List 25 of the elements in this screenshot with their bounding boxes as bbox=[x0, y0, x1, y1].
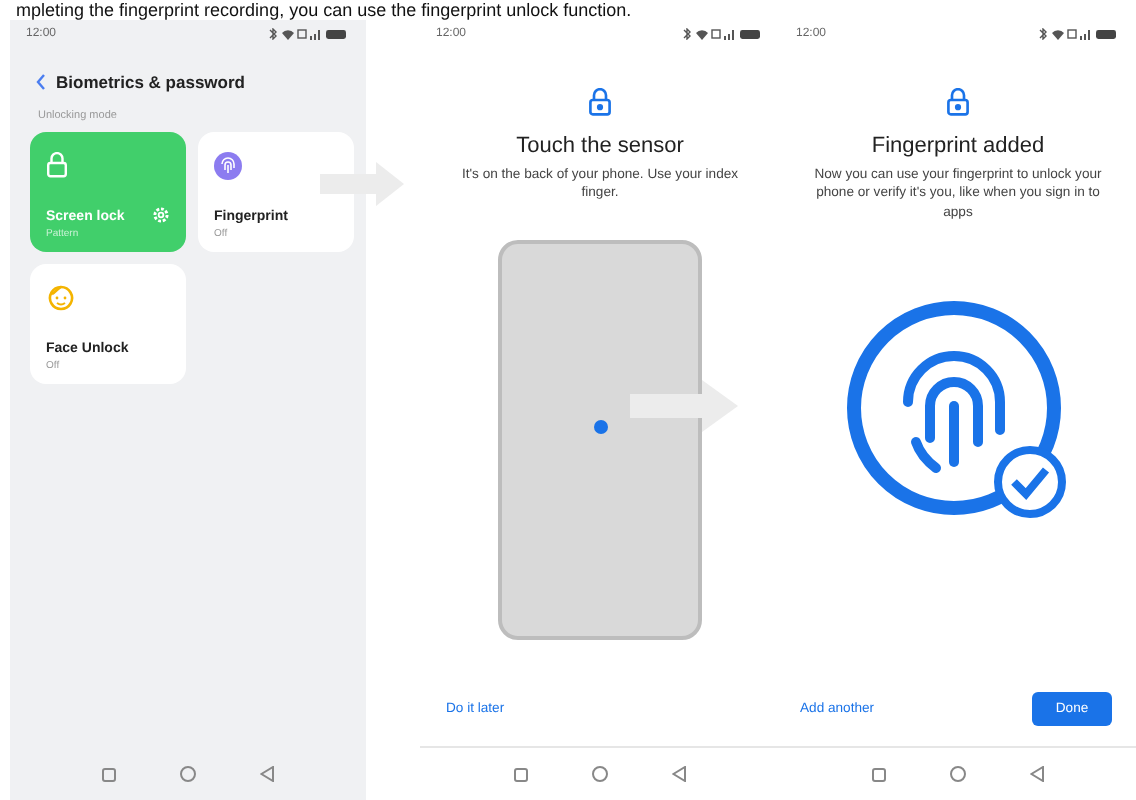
settings-icon[interactable] bbox=[152, 206, 170, 224]
back-icon[interactable] bbox=[672, 766, 686, 782]
recent-apps-icon[interactable] bbox=[872, 767, 886, 781]
step-title: Touch the sensor bbox=[516, 133, 684, 158]
screen-title: Biometrics & password bbox=[56, 72, 245, 92]
back-icon[interactable] bbox=[260, 766, 274, 782]
sensor-dot bbox=[593, 420, 607, 435]
back-icon[interactable] bbox=[1030, 766, 1044, 782]
home-icon[interactable] bbox=[180, 766, 196, 782]
caption-text: mpleting the fingerprint recording, you can use the fingerprint unlock function. bbox=[14, 0, 632, 20]
status-icons bbox=[682, 28, 762, 40]
status-icons bbox=[1038, 28, 1118, 40]
back-chevron-icon[interactable] bbox=[36, 74, 46, 90]
home-icon[interactable] bbox=[592, 766, 608, 782]
face-icon bbox=[46, 284, 76, 312]
right-arrow-drawing bbox=[630, 380, 738, 432]
padlock-icon bbox=[46, 152, 68, 178]
recent-apps-icon[interactable] bbox=[514, 767, 528, 781]
lock-icon bbox=[588, 88, 612, 116]
recent-apps-icon[interactable] bbox=[102, 767, 116, 781]
status-icons bbox=[268, 28, 348, 40]
home-icon[interactable] bbox=[950, 766, 966, 782]
step-title: Fingerprint added bbox=[871, 133, 1045, 158]
fingerprint-icon bbox=[214, 152, 242, 180]
lock-icon bbox=[946, 88, 970, 116]
